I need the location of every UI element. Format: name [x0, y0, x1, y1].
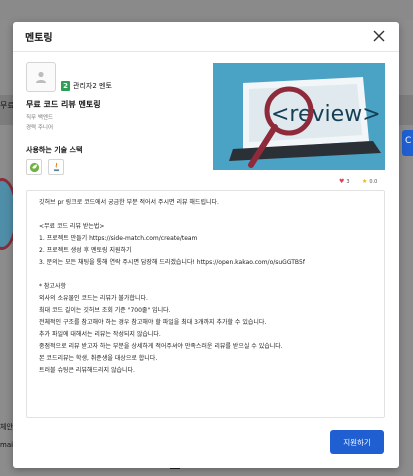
like-count[interactable]: ♥ 3	[339, 178, 350, 185]
level-badge: 2	[61, 81, 70, 91]
description-line: <무료 코드 리뷰 받는법>	[39, 223, 105, 230]
description-line: 3. 문의는 모든 채팅을 통해 연락 주시면 답장해 드리겠습니다! http…	[39, 259, 305, 266]
mentor-name: 관리자2 멘토	[73, 82, 112, 90]
mentoring-description: 깃허브 pr 링크로 코드에서 궁금한 부분 적어서 주시면 리뷰 해드립니다.…	[26, 190, 385, 418]
avatar	[26, 62, 56, 92]
description-line: 본 코드리뷰는 학생, 취준생을 대상으로 합니다.	[39, 355, 158, 362]
star-icon: ★	[362, 178, 368, 185]
description-line: 최대 코드 길이는 깃허브 조회 기준 "700줄" 입니다.	[39, 307, 171, 314]
mentor-career: 경력 주니어	[26, 125, 54, 131]
description-line: 2. 프로젝트 생성 후 멘토링 지원하기	[39, 247, 132, 254]
heart-icon: ♥	[339, 178, 345, 185]
svg-text:<review>: <review>	[271, 102, 381, 127]
background-button: C	[402, 130, 413, 156]
modal-title: 멘토링	[25, 33, 53, 44]
description-line: 추가 파일에 대해서는 리뷰는 작성되지 않습니다.	[39, 331, 161, 338]
spring-boot-icon	[26, 159, 42, 175]
mentor-job: 직무 백엔드	[26, 115, 54, 121]
modal-header: 멘토링	[13, 22, 399, 52]
java-icon	[48, 159, 64, 175]
description-line: * 참고사항	[39, 283, 66, 290]
description-line: 트러블 슈팅은 리뷰해드리지 않습니다.	[39, 367, 135, 374]
description-line: 전체적인 구조를 참고해야 하는 경우 참고해야 할 파일을 최대 3개까지 추…	[39, 319, 267, 326]
apply-button[interactable]: 지원하기	[330, 430, 384, 454]
description-line	[39, 269, 372, 281]
description-line	[39, 209, 372, 221]
description-line: 외사의 소유물인 코드는 리뷰가 불가합니다.	[39, 295, 148, 302]
rating: ★ 0.0	[362, 178, 378, 185]
description-line: 1. 프로젝트 만들기 https://side-match.com/creat…	[39, 235, 198, 242]
close-icon[interactable]	[371, 28, 387, 44]
stack-heading: 사용하는 기술 스택	[26, 146, 83, 154]
mentoring-image: <review>	[213, 63, 385, 170]
mentoring-modal: 멘토링 2 관리자2 멘토 무료 코드 리뷰 멘토링 직무 백엔드 경력 주니어…	[13, 22, 399, 468]
description-line: 중점적으로 리뷰 받고자 하는 부분을 상세하게 적어주셔야 만족스러운 리뷰를…	[39, 343, 283, 350]
user-icon	[36, 71, 46, 83]
background-footer-text: 체안 mai	[0, 423, 14, 449]
background-header	[0, 0, 413, 20]
mentoring-title: 무료 코드 리뷰 멘토링	[26, 100, 101, 109]
description-line: 깃허브 pr 링크로 코드에서 궁금한 부분 적어서 주시면 리뷰 해드립니다.	[39, 199, 219, 206]
